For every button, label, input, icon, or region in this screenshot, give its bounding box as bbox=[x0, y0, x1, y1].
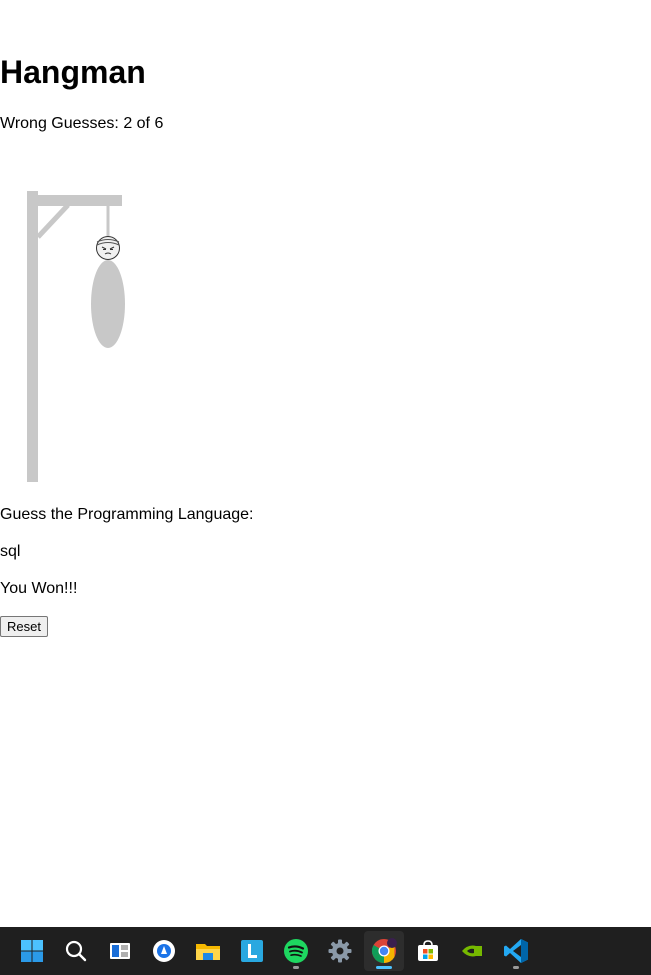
settings-button[interactable] bbox=[320, 931, 360, 971]
app-circle-icon bbox=[153, 940, 175, 962]
windows-taskbar bbox=[0, 927, 651, 975]
gallows-brace bbox=[36, 203, 70, 239]
active-indicator bbox=[376, 966, 392, 969]
vscode-icon bbox=[504, 939, 528, 963]
chrome-icon bbox=[371, 938, 397, 963]
word-display: sql bbox=[0, 543, 21, 560]
game-status: You Won!!! bbox=[0, 580, 78, 597]
running-indicator bbox=[513, 966, 519, 969]
running-indicator bbox=[293, 966, 299, 969]
settings-gear-icon bbox=[328, 939, 352, 963]
chrome-button[interactable] bbox=[364, 931, 404, 971]
nvidia-icon bbox=[462, 945, 482, 957]
spotify-button[interactable] bbox=[276, 931, 316, 971]
vscode-button[interactable] bbox=[496, 931, 536, 971]
microsoft-store-icon bbox=[418, 940, 438, 961]
file-explorer-button[interactable] bbox=[188, 931, 228, 971]
task-view-button[interactable] bbox=[100, 931, 140, 971]
l-app-icon bbox=[241, 940, 263, 962]
hangman-head bbox=[96, 236, 120, 260]
search-icon bbox=[65, 940, 87, 962]
start-button[interactable] bbox=[12, 931, 52, 971]
gallows-post bbox=[27, 191, 38, 482]
windows-start-icon bbox=[21, 940, 43, 962]
hangman-page: Hangman Wrong Guesses: 2 of 6 Guess the … bbox=[0, 0, 651, 927]
wrong-guesses-counter: Wrong Guesses: 2 of 6 bbox=[0, 115, 164, 132]
microsoft-store-button[interactable] bbox=[408, 931, 448, 971]
task-view-icon bbox=[110, 943, 130, 959]
reset-button[interactable]: Reset bbox=[0, 616, 48, 637]
hangman-drawing bbox=[27, 191, 125, 482]
file-explorer-icon bbox=[196, 944, 220, 960]
taskbar-l-app[interactable] bbox=[232, 931, 272, 971]
hangman-body bbox=[91, 260, 125, 348]
guess-prompt: Guess the Programming Language: bbox=[0, 506, 254, 523]
gallows-beam bbox=[27, 195, 122, 206]
page-title: Hangman bbox=[0, 54, 146, 90]
taskbar-search-button[interactable] bbox=[56, 931, 96, 971]
nvidia-button[interactable] bbox=[452, 931, 492, 971]
spotify-icon bbox=[284, 939, 308, 963]
taskbar-app-circle[interactable] bbox=[144, 931, 184, 971]
